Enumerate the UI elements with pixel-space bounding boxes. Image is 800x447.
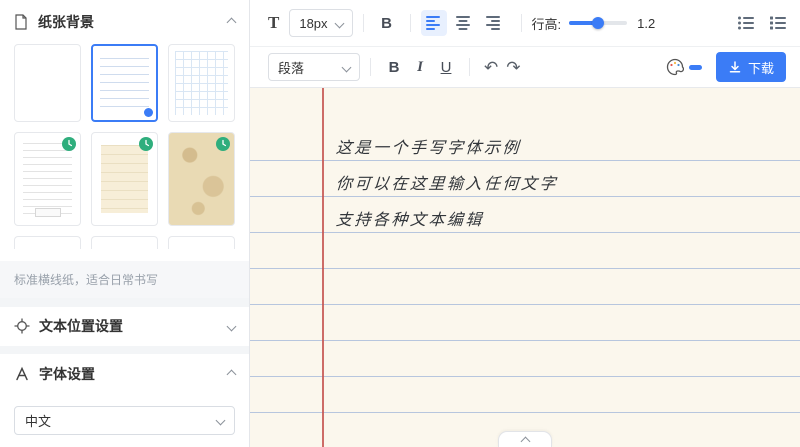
italic-button[interactable]: I — [407, 54, 433, 80]
thumbnail-partial[interactable] — [14, 236, 81, 249]
chevron-down-icon — [334, 18, 344, 28]
thumbnail-lined-paper-selected[interactable] — [91, 44, 158, 122]
current-color-swatch — [689, 65, 702, 70]
thumbnail-blank-paper[interactable] — [14, 44, 81, 122]
sidebar: 纸张背景 — [0, 0, 250, 447]
bullet-list-icon[interactable] — [738, 16, 754, 30]
toolbar-row-1: T 18px B 行高: 1.2 — [250, 0, 800, 47]
palette-icon — [666, 58, 684, 76]
red-margin-line — [322, 88, 324, 447]
section-font-settings[interactable]: 字体设置 — [0, 354, 249, 393]
panel-title: 纸张背景 — [38, 12, 220, 32]
section-divider — [0, 346, 249, 355]
align-center-button[interactable] — [451, 10, 477, 36]
thumbnail-ruled-paper[interactable] — [14, 132, 81, 226]
language-select-value: 中文 — [25, 411, 51, 430]
paper-description: 标准横线纸，适合日常书写 — [0, 261, 249, 298]
underline-button[interactable]: U — [433, 54, 459, 80]
clock-badge-icon — [62, 137, 76, 151]
thumbnail-grid-paper[interactable] — [168, 44, 235, 122]
thumbnail-cream-paper[interactable] — [91, 132, 158, 226]
collapse-panel-handle[interactable] — [498, 431, 552, 447]
clock-badge-icon — [139, 137, 153, 151]
paper-background-header[interactable]: 纸张背景 — [0, 0, 249, 42]
divider — [410, 14, 411, 32]
line-height-value: 1.2 — [637, 16, 655, 31]
divider — [363, 14, 364, 32]
editor-main: T 18px B 行高: 1.2 — [250, 0, 800, 447]
download-icon — [728, 60, 742, 74]
line-height-label: 行高: — [532, 14, 562, 33]
chevron-up-icon[interactable] — [227, 17, 237, 27]
handwriting-line: 你可以在这里输入任何文字 — [335, 170, 781, 198]
slider-knob[interactable] — [592, 17, 604, 29]
text-tool-icon[interactable]: T — [268, 13, 279, 33]
download-button[interactable]: 下载 — [716, 52, 786, 82]
language-select[interactable]: 中文 — [14, 406, 235, 435]
section-text-position[interactable]: 文本位置设置 — [0, 307, 249, 346]
divider — [521, 14, 522, 32]
app-root: 纸张背景 — [0, 0, 800, 447]
paper-icon — [14, 14, 30, 30]
undo-icon[interactable]: ↶ — [480, 57, 502, 78]
thumbnail-vintage-paper[interactable] — [168, 132, 235, 226]
thumbnail-partial[interactable] — [91, 236, 158, 249]
list-tools — [738, 16, 786, 30]
divider — [370, 58, 371, 76]
font-size-value: 18px — [299, 16, 327, 31]
line-height-slider[interactable] — [569, 16, 627, 30]
ordered-list-icon[interactable] — [770, 16, 786, 30]
clock-badge-icon — [216, 137, 230, 151]
handwriting-line: 这是一个手写字体示例 — [335, 134, 781, 162]
paper-canvas[interactable]: 这是一个手写字体示例 你可以在这里输入任何文字 支持各种文本编辑 — [250, 88, 800, 447]
section-label: 文本位置设置 — [39, 316, 219, 336]
thumbnail-label-box — [35, 208, 61, 217]
bold-button[interactable]: B — [381, 54, 407, 80]
paragraph-select[interactable]: 段落 — [268, 53, 360, 81]
section-label: 字体设置 — [39, 364, 219, 384]
paragraph-select-value: 段落 — [278, 58, 304, 77]
selected-dot — [144, 108, 153, 117]
bold-button[interactable]: B — [374, 10, 400, 36]
chevron-down-icon[interactable] — [227, 321, 237, 331]
chevron-down-icon — [342, 62, 352, 72]
paper-thumbnail-grid — [0, 42, 249, 249]
color-palette-button[interactable] — [666, 58, 702, 76]
thumbnail-partial[interactable] — [168, 236, 235, 249]
divider — [469, 58, 470, 76]
font-settings-icon — [14, 366, 30, 382]
redo-icon[interactable]: ↷ — [502, 57, 524, 78]
align-right-button[interactable] — [481, 10, 507, 36]
text-position-icon — [14, 318, 30, 334]
section-divider — [0, 298, 249, 307]
chevron-up-icon — [520, 437, 530, 447]
toolbar-row-2: 段落 B I U ↶ ↷ 下载 — [250, 47, 800, 88]
font-size-select[interactable]: 18px — [289, 9, 352, 37]
chevron-up-icon[interactable] — [227, 369, 237, 379]
handwriting-line: 支持各种文本编辑 — [335, 206, 781, 234]
download-label: 下载 — [748, 58, 774, 77]
chevron-down-icon — [216, 415, 226, 425]
align-left-button[interactable] — [421, 10, 447, 36]
